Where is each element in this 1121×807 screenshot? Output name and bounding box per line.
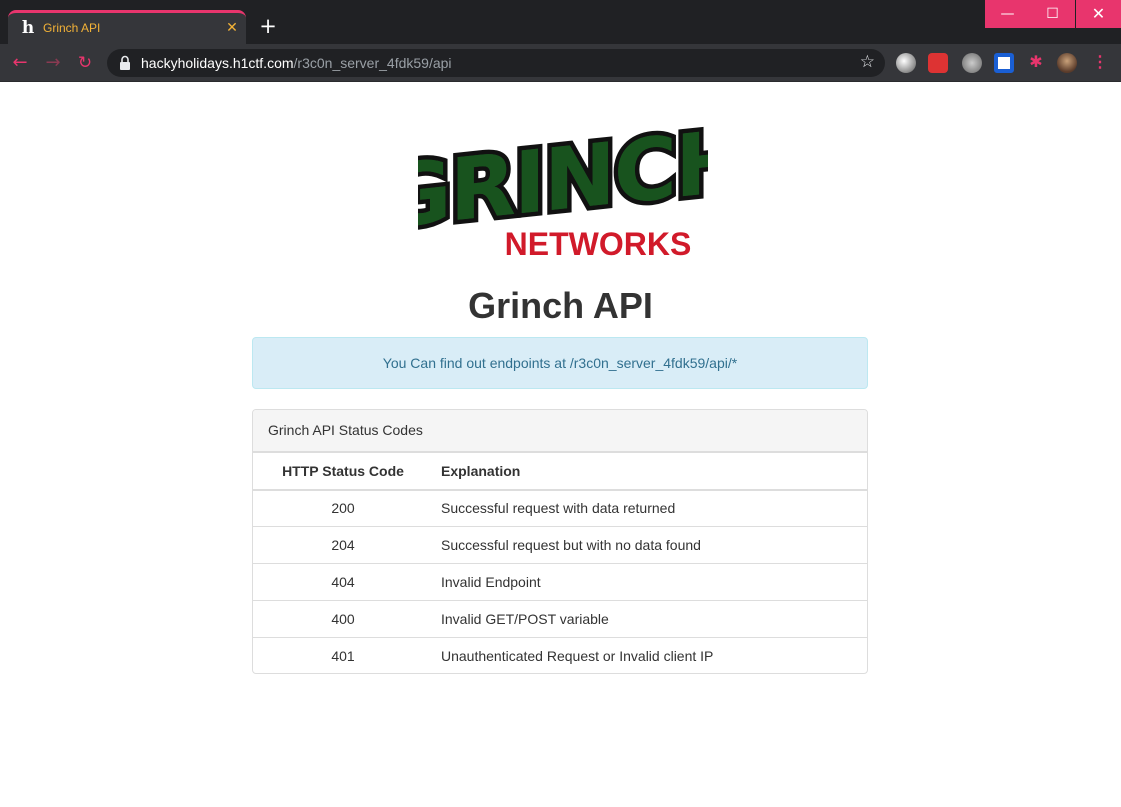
hackerone-favicon-icon: h [21, 18, 35, 38]
explanation-cell: Invalid GET/POST variable [433, 600, 867, 638]
status-codes-table: HTTP Status Code Explanation 200 Success… [253, 452, 867, 673]
status-code-cell: 200 [253, 489, 433, 527]
tab-grinch-api[interactable]: h Grinch API ✕ [8, 10, 246, 44]
explanation-cell: Unauthenticated Request or Invalid clien… [433, 637, 867, 673]
status-code-cell: 400 [253, 600, 433, 638]
kebab-menu-icon[interactable]: ⋮ [1092, 54, 1108, 74]
endpoint-info-alert: You Can find out endpoints at /r3c0n_ser… [252, 337, 868, 389]
puzzle-extensions-icon[interactable]: ✱ [1026, 53, 1046, 73]
tab-title: Grinch API [43, 21, 101, 35]
panel-heading: Grinch API Status Codes [253, 410, 867, 452]
page-content: GRINCH GRINCH NETWORKS Grinch API You Ca… [0, 82, 1121, 807]
bookmark-star-icon[interactable]: ☆ [860, 52, 875, 72]
status-code-cell: 404 [253, 563, 433, 601]
forward-button[interactable]: → [42, 52, 64, 74]
grinch-networks-logo: GRINCH GRINCH NETWORKS [418, 112, 708, 262]
back-button[interactable]: ← [9, 52, 31, 74]
table-row: 400 Invalid GET/POST variable [253, 600, 867, 638]
explanation-cell: Invalid Endpoint [433, 563, 867, 601]
santa-extension-icon[interactable] [928, 53, 948, 73]
page-title: Grinch API [468, 285, 653, 326]
gear-extension-icon[interactable] [962, 53, 982, 73]
profile-avatar[interactable] [1057, 53, 1077, 73]
status-codes-panel: Grinch API Status Codes HTTP Status Code… [252, 409, 868, 674]
address-bar[interactable]: hackyholidays.h1ctf.com/r3c0n_server_4fd… [107, 49, 885, 77]
table-row: 401 Unauthenticated Request or Invalid c… [253, 637, 867, 673]
status-code-cell: 401 [253, 637, 433, 673]
url-text: hackyholidays.h1ctf.com/r3c0n_server_4fd… [141, 55, 452, 71]
table-row: 204 Successful request but with no data … [253, 526, 867, 564]
browser-toolbar: ← → ↻ hackyholidays.h1ctf.com/r3c0n_serv… [0, 44, 1121, 82]
explanation-cell: Successful request but with no data foun… [433, 526, 867, 564]
reload-button[interactable]: ↻ [74, 52, 96, 74]
url-path: /r3c0n_server_4fdk59/api [293, 55, 452, 71]
globe-extension-icon[interactable] [896, 53, 916, 73]
column-header-status-code: HTTP Status Code [253, 452, 433, 491]
table-row: 200 Successful request with data returne… [253, 489, 867, 527]
logo-bottom-word: NETWORKS [505, 226, 692, 262]
tab-strip: h Grinch API ✕ + — ☐ ✕ [0, 0, 1121, 44]
table-header-row: HTTP Status Code Explanation [253, 452, 867, 491]
window-close-button[interactable]: ✕ [1076, 0, 1121, 28]
lock-icon [120, 55, 130, 70]
status-code-cell: 204 [253, 526, 433, 564]
tab-close-icon[interactable]: ✕ [224, 18, 240, 36]
window-minimize-button[interactable]: — [985, 0, 1030, 28]
new-tab-button[interactable]: + [258, 16, 278, 37]
window-maximize-button[interactable]: ☐ [1030, 0, 1075, 28]
table-row: 404 Invalid Endpoint [253, 563, 867, 601]
explanation-cell: Successful request with data returned [433, 489, 867, 527]
column-header-explanation: Explanation [433, 452, 867, 491]
shield-extension-icon[interactable] [994, 53, 1014, 73]
url-host: hackyholidays.h1ctf.com [141, 55, 294, 71]
